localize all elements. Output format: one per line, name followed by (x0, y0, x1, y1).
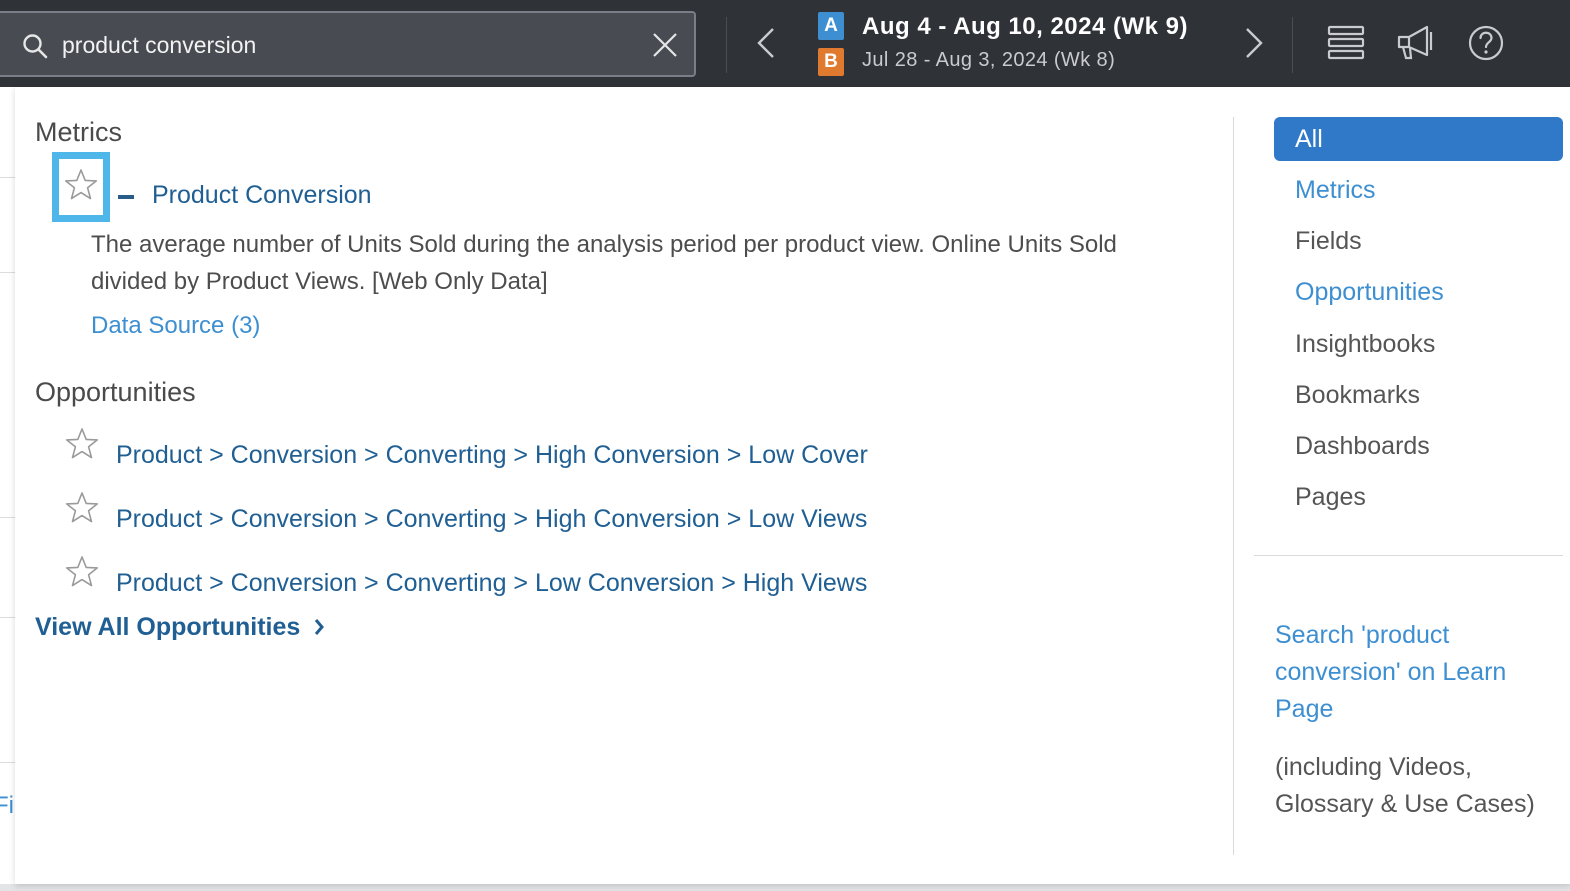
search-results-panel: Metrics Product Conversion The average n… (15, 87, 1570, 884)
filter-fields[interactable]: Fields (1274, 219, 1563, 263)
period-a-label: Aug 4 - Aug 10, 2024 (Wk 9) (862, 13, 1189, 40)
data-source-link[interactable]: Data Source (3) (91, 312, 260, 340)
chevron-left-icon[interactable] (755, 26, 777, 60)
filter-divider (1254, 555, 1563, 556)
star-icon[interactable] (65, 427, 99, 461)
learn-page-search-link[interactable]: Search 'product conversion' on Learn Pag… (1275, 617, 1565, 728)
panel-divider (1233, 117, 1234, 855)
background-page (0, 87, 15, 891)
opportunity-item[interactable]: Product > Conversion > Converting > High… (116, 505, 867, 534)
background-divider (0, 617, 15, 618)
period-b-badge: B (818, 48, 844, 76)
background-footer (0, 884, 1570, 891)
metric-description: The average number of Units Sold during … (91, 231, 1117, 295)
view-all-opportunities-link[interactable]: View All Opportunities (35, 613, 325, 642)
top-bar: A Aug 4 - Aug 10, 2024 (Wk 9) B Jul 28 -… (0, 0, 1570, 87)
filter-dashboards[interactable]: Dashboards (1274, 424, 1563, 468)
filter-pages[interactable]: Pages (1274, 475, 1563, 519)
filter-opportunities[interactable]: Opportunities (1274, 270, 1563, 314)
metrics-section-title: Metrics (35, 117, 122, 147)
search-box[interactable] (0, 11, 696, 77)
search-icon (23, 34, 48, 59)
help-icon[interactable] (1465, 22, 1507, 64)
chevron-right-icon[interactable] (1243, 26, 1265, 60)
chevron-right-icon (315, 619, 325, 635)
stack-icon[interactable] (1325, 22, 1367, 64)
background-divider (0, 517, 15, 518)
opportunity-item[interactable]: Product > Conversion > Converting > Low … (116, 569, 867, 598)
opportunities-section-title: Opportunities (35, 377, 196, 407)
megaphone-icon[interactable] (1395, 22, 1437, 64)
separator (1292, 17, 1293, 73)
period-a-badge: A (818, 12, 844, 40)
period-b-label: Jul 28 - Aug 3, 2024 (Wk 8) (862, 49, 1116, 71)
star-icon (64, 169, 98, 200)
view-all-label: View All Opportunities (35, 613, 301, 641)
background-divider (0, 272, 15, 273)
background-partial-text: Fi (0, 792, 14, 819)
background-divider (0, 177, 15, 178)
minus-icon[interactable] (118, 195, 134, 199)
favorite-button-focused[interactable] (52, 152, 110, 222)
close-icon[interactable] (652, 32, 678, 58)
star-icon[interactable] (65, 555, 99, 589)
learn-page-note: (including Videos, Glossary & Use Cases) (1275, 753, 1535, 818)
star-icon[interactable] (65, 491, 99, 525)
filter-metrics[interactable]: Metrics (1274, 168, 1563, 212)
search-input[interactable] (62, 27, 622, 63)
filter-all[interactable]: All (1274, 117, 1563, 161)
opportunity-item[interactable]: Product > Conversion > Converting > High… (116, 441, 868, 470)
filter-bookmarks[interactable]: Bookmarks (1274, 373, 1563, 417)
filter-insightbooks[interactable]: Insightbooks (1274, 322, 1563, 366)
metric-link-product-conversion[interactable]: Product Conversion (152, 181, 372, 210)
background-divider (0, 762, 15, 763)
separator (726, 17, 727, 73)
